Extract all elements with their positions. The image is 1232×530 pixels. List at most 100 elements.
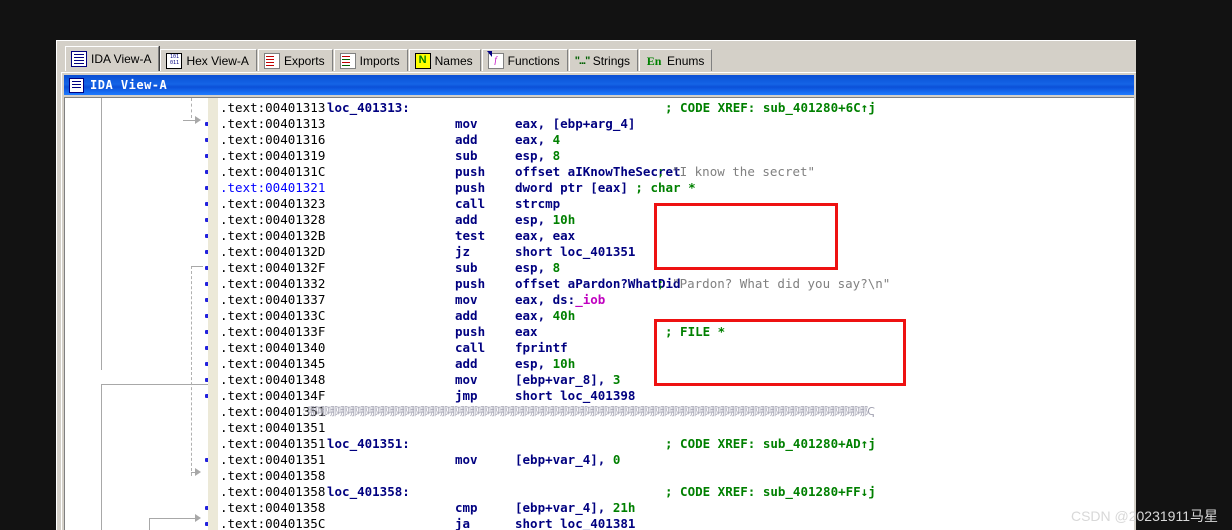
instruction-mnemonic: push [455, 164, 486, 179]
instruction-operands[interactable]: esp, 8 [515, 148, 560, 164]
tab-label: IDA View-A [91, 52, 152, 66]
line-address: .text:00401358 [220, 468, 326, 483]
instruction-mnemonic: mov [455, 292, 478, 307]
instruction-operands[interactable]: eax [515, 324, 538, 340]
instruction-mnemonic: jmp [455, 388, 478, 403]
code-label[interactable]: loc_401351: [327, 436, 410, 452]
line-address: .text:0040134F [220, 388, 326, 403]
instruction-operands[interactable]: dword ptr [eax] ; char * [515, 180, 696, 196]
line-address: .text:00401328 [220, 212, 326, 227]
instruction-operands[interactable]: esp, 10h [515, 356, 575, 372]
instruction-operands[interactable]: eax, [ebp+arg_4] [515, 116, 635, 132]
line-address: .text:0040132F [220, 260, 326, 275]
disassembly-line[interactable]: .text:0040135C ja short loc_401381 [65, 516, 1134, 530]
disassembly-line[interactable]: .text:00401313 mov eax, [ebp+arg_4] [65, 116, 1134, 132]
code-xref-comment: ; CODE XREF: sub_401280+6C↑j [665, 100, 876, 115]
instruction-operands[interactable]: eax, 40h [515, 308, 575, 324]
instruction-operands[interactable]: short loc_401381 [515, 516, 635, 530]
line-address: .text:0040131C [220, 164, 326, 179]
disassembly-line[interactable]: .text:00401321 push dword ptr [eax] ; char… [65, 180, 1134, 196]
instruction-mnemonic: ja [455, 516, 471, 530]
disassembly-line[interactable]: .text:00401351 loc_401351: ; CODE XREF: su… [65, 436, 1134, 452]
tab-enums[interactable]: En Enums [639, 49, 713, 71]
line-address: .text:00401345 [220, 356, 326, 371]
instruction-mnemonic: jz [455, 244, 471, 259]
disassembly-line[interactable]: .text:0040132D jz short loc_401351 [65, 244, 1134, 260]
tab-label: Hex View-A [186, 53, 249, 68]
code-label[interactable]: loc_401358: [327, 484, 410, 500]
instruction-operands[interactable]: fprintf [515, 340, 568, 356]
code-xref-comment: ; CODE XREF: sub_401280+FF↓j [665, 484, 876, 499]
disassembly-line[interactable]: .text:00401316 add eax, 4 [65, 132, 1134, 148]
mdi-titlebar[interactable]: IDA View-A [64, 75, 1134, 95]
line-address: .text:00401321 [220, 180, 326, 195]
instruction-mnemonic: add [455, 212, 478, 227]
instruction-operands[interactable]: [ebp+var_8], 3 [515, 372, 620, 388]
instruction-mnemonic: call [455, 340, 486, 355]
tab-hex-view-a[interactable]: 101 011 Hex View-A [160, 49, 257, 71]
tab-strings[interactable]: "..." Strings [568, 49, 639, 71]
disassembly-line[interactable]: .text:0040132F sub esp, 8 [65, 260, 1134, 276]
disassembly-line[interactable]: .text:00401337 mov eax, ds:_iob [65, 292, 1134, 308]
instruction-operands[interactable]: eax, ds:_iob [515, 292, 605, 308]
line-address: .text:00401358 [220, 484, 326, 499]
tab-exports[interactable]: Exports [257, 49, 333, 71]
mdi-child-window: IDA View-A .text:00401313 loc_401313: ; CO… [61, 72, 1136, 530]
tab-names[interactable]: N Names [408, 49, 481, 71]
disassembly-code-area[interactable]: .text:00401313 loc_401313: ; CODE XREF: su… [64, 97, 1134, 530]
instruction-operands[interactable]: short loc_401351 [515, 244, 635, 260]
disassembly-line[interactable]: .text:0040131C push offset aIKnowTheSecret… [65, 164, 1134, 180]
instruction-operands[interactable]: eax, 4 [515, 132, 560, 148]
code-label[interactable]: loc_401313: [327, 100, 410, 116]
instruction-operands[interactable]: [ebp+var_4], 0 [515, 452, 620, 468]
line-address: .text:0040132B [220, 228, 326, 243]
line-address: .text:00401332 [220, 276, 326, 291]
instruction-operands[interactable]: offset aIKnowTheSecret [515, 164, 681, 180]
disassembly-line[interactable]: .text:0040132B test eax, eax [65, 228, 1134, 244]
line-address: .text:00401323 [220, 196, 326, 211]
disassembly-line[interactable]: .text:00401358 cmp [ebp+var_4], 21h [65, 500, 1134, 516]
instruction-operands[interactable]: esp, 10h [515, 212, 575, 228]
instruction-operands[interactable]: eax, eax [515, 228, 575, 244]
view-tab-strip[interactable]: IDA View-A 101 011 Hex View-A Exports Imports… [57, 46, 1136, 71]
disassembly-line[interactable]: .text:00401319 sub esp, 8 [65, 148, 1134, 164]
disassembly-line[interactable]: .text:00401358 loc_401358: ; CODE XREF: su… [65, 484, 1134, 500]
disassembly-line[interactable]: .text:0040134F jmp short loc_401398 [65, 388, 1134, 404]
instruction-mnemonic: add [455, 356, 478, 371]
instruction-operands[interactable]: short loc_401398 [515, 388, 635, 404]
instruction-operands[interactable]: [ebp+var_4], 21h [515, 500, 635, 516]
disassembly-line[interactable]: .text:00401351 mov [ebp+var_4], 0 [65, 452, 1134, 468]
disassembly-line[interactable]: .text:00401348 mov [ebp+var_8], 3 [65, 372, 1134, 388]
tab-label: Names [434, 53, 473, 68]
disassembly-line[interactable]: .text:00401332 push offset aPardon?WhatDid… [65, 276, 1134, 292]
instruction-operands[interactable]: esp, 8 [515, 260, 560, 276]
instruction-operands[interactable]: strcmp [515, 196, 560, 212]
disassembly-line[interactable]: .text:00401328 add esp, 10h [65, 212, 1134, 228]
disassembly-line[interactable]: .text:00401351; 哪哪哪哪哪哪哪哪哪哪哪哪哪哪哪哪哪哪哪哪哪哪哪哪… [65, 404, 1134, 420]
disassembly-line[interactable]: .text:0040133F push eax ; FILE * [65, 324, 1134, 340]
tab-functions[interactable]: f Functions [481, 49, 568, 71]
instruction-operands[interactable]: offset aPardon?WhatDid [515, 276, 681, 292]
disassembly-line[interactable]: .text:0040133C add eax, 40h [65, 308, 1134, 324]
line-address: .text:00401348 [220, 372, 326, 387]
tab-imports[interactable]: Imports [333, 49, 408, 71]
tab-ida-view-a[interactable]: IDA View-A [65, 46, 160, 71]
line-address: .text:00401337 [220, 292, 326, 307]
instruction-mnemonic: test [455, 228, 486, 243]
disassembly-line[interactable]: .text:00401345 add esp, 10h [65, 356, 1134, 372]
line-address: .text:00401340 [220, 340, 326, 355]
string-literal-comment: ; "I know the secret" [657, 164, 816, 179]
line-address: .text:0040133F [220, 324, 326, 339]
instruction-mnemonic: cmp [455, 500, 478, 515]
instruction-mnemonic: push [455, 276, 486, 291]
disassembly-line[interactable]: .text:00401340 call fprintf [65, 340, 1134, 356]
instruction-mnemonic: push [455, 324, 486, 339]
disassembly-line[interactable]: .text:00401323 call strcmp [65, 196, 1134, 212]
disassembly-line[interactable]: .text:00401313 loc_401313: ; CODE XREF: su… [65, 100, 1134, 116]
mdi-title-text: IDA View-A [90, 78, 168, 92]
disassembly-line[interactable]: .text:00401358 [65, 468, 1134, 484]
line-address: .text:00401313 [220, 116, 326, 131]
disassembly-line[interactable]: .text:00401351 [65, 420, 1134, 436]
line-address: .text:0040133C [220, 308, 326, 323]
line-address: .text:0040135C [220, 516, 326, 530]
